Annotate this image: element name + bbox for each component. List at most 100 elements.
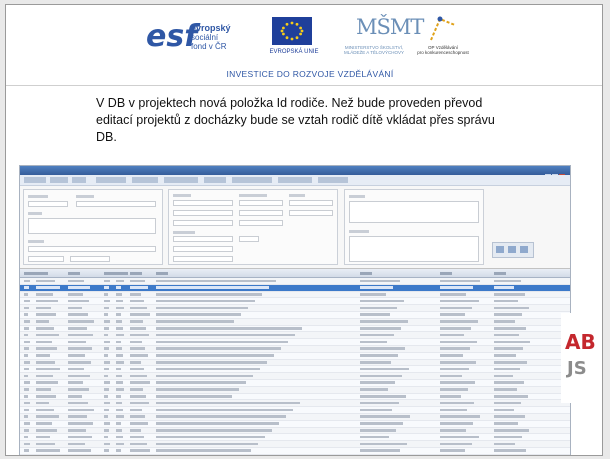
form-field[interactable] — [173, 220, 233, 226]
table-row[interactable] — [20, 387, 570, 394]
form-field[interactable] — [76, 201, 156, 207]
table-cell — [130, 401, 149, 405]
table-row[interactable] — [20, 305, 570, 312]
form-field[interactable] — [289, 200, 333, 206]
table-cell — [156, 388, 239, 391]
toolbar-button[interactable] — [232, 177, 272, 183]
table-cell — [494, 395, 528, 398]
table-row[interactable] — [20, 292, 570, 299]
table-row[interactable] — [20, 298, 570, 306]
form-field[interactable] — [28, 201, 68, 207]
table-cell — [494, 449, 526, 452]
table-row[interactable] — [20, 414, 570, 421]
table-row[interactable] — [20, 346, 570, 353]
form-textarea[interactable] — [28, 218, 156, 234]
abjs-logo-bottom: JS — [567, 358, 587, 379]
table-cell — [156, 422, 279, 425]
form-field[interactable] — [239, 200, 283, 206]
table-cell — [36, 367, 60, 371]
form-textarea[interactable] — [349, 236, 479, 262]
grid-column-header[interactable] — [104, 272, 116, 275]
table-row[interactable] — [20, 311, 570, 319]
table-cell — [494, 408, 514, 412]
table-row[interactable] — [20, 428, 570, 435]
form-field[interactable] — [289, 210, 333, 216]
table-cell — [156, 408, 293, 412]
toolbar-button[interactable] — [50, 177, 68, 183]
toolbar-button[interactable] — [72, 177, 86, 183]
table-row[interactable] — [20, 366, 570, 374]
table-row[interactable] — [20, 434, 570, 442]
grid-column-header[interactable] — [156, 272, 168, 275]
table-row[interactable] — [20, 400, 570, 408]
table-row[interactable] — [20, 319, 570, 326]
table-cell — [24, 367, 29, 371]
table-row[interactable] — [20, 284, 570, 292]
grid-column-header[interactable] — [130, 272, 142, 275]
table-cell — [116, 293, 122, 296]
form-field[interactable] — [173, 200, 233, 206]
table-cell — [68, 415, 87, 418]
table-row[interactable] — [20, 332, 570, 340]
toolbar-button[interactable] — [164, 177, 198, 183]
grid-column-header[interactable] — [494, 272, 506, 275]
grid-column-header[interactable] — [360, 272, 372, 275]
form-field[interactable] — [173, 236, 233, 242]
table-row[interactable] — [20, 393, 570, 401]
form-field[interactable] — [28, 256, 64, 262]
table-cell — [24, 279, 30, 282]
form-field[interactable] — [239, 220, 283, 226]
table-cell — [440, 361, 476, 364]
form-field[interactable] — [173, 256, 233, 262]
table-cell — [24, 340, 30, 344]
table-row[interactable] — [20, 420, 570, 428]
toolbar-button[interactable] — [132, 177, 158, 183]
table-cell — [440, 340, 477, 344]
table-row[interactable] — [20, 379, 570, 387]
table-cell — [36, 449, 60, 452]
table-cell — [156, 415, 286, 418]
toolbar-button[interactable] — [278, 177, 312, 183]
toolbar-button[interactable] — [318, 177, 348, 183]
table-row[interactable] — [20, 447, 570, 455]
table-row[interactable] — [20, 407, 570, 414]
grid-column-header[interactable] — [440, 272, 452, 275]
table-row[interactable] — [20, 352, 570, 360]
table-cell — [440, 299, 479, 303]
table-row[interactable] — [20, 373, 570, 380]
table-cell — [130, 333, 149, 337]
grid-column-header[interactable] — [116, 272, 128, 275]
toolbar-button[interactable] — [96, 177, 126, 183]
form-field[interactable] — [70, 256, 110, 262]
table-cell — [68, 320, 94, 323]
table-cell — [104, 327, 109, 330]
table-cell — [104, 279, 110, 282]
grid-column-header[interactable] — [36, 272, 48, 275]
form-field[interactable] — [28, 246, 156, 252]
form-field[interactable] — [239, 210, 283, 216]
toolbar-button[interactable] — [24, 177, 46, 183]
table-cell — [24, 313, 28, 316]
table-cell — [104, 347, 109, 350]
table-cell — [24, 408, 29, 412]
toolbar-button[interactable] — [204, 177, 226, 183]
form-field[interactable] — [173, 246, 233, 252]
table-cell — [440, 279, 480, 282]
form-textarea[interactable] — [349, 201, 479, 223]
table-row[interactable] — [20, 325, 570, 333]
table-cell — [104, 293, 108, 296]
msmt-logo: MŠMT MINISTERSTVO ŠKOLSTVÍ, MLÁDEŽE A TĚ… — [342, 15, 424, 65]
grid-column-header[interactable] — [68, 272, 80, 275]
table-cell — [24, 415, 28, 418]
table-cell — [24, 429, 29, 432]
table-cell — [494, 367, 520, 371]
grid-column-header[interactable] — [24, 272, 36, 275]
table-row[interactable] — [20, 360, 570, 367]
table-cell — [36, 374, 53, 378]
table-cell — [104, 354, 108, 357]
form-field[interactable] — [239, 236, 259, 242]
table-row[interactable] — [20, 278, 570, 285]
form-field[interactable] — [173, 210, 233, 216]
table-row[interactable] — [20, 339, 570, 346]
table-row[interactable] — [20, 441, 570, 448]
